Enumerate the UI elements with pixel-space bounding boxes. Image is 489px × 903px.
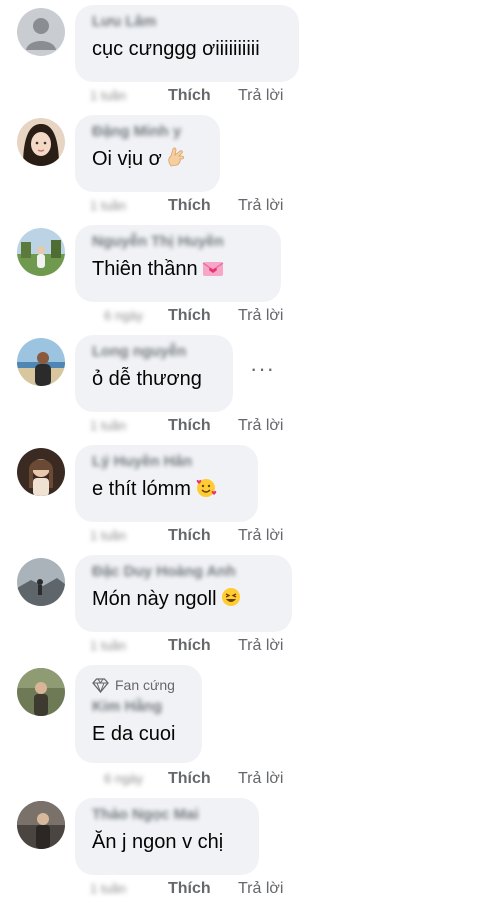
comment-actions: 1 tuần Thích Trả lời [0,636,489,656]
comment-bubble: Long nguyễn ỏ dễ thương [75,335,233,412]
reply-button[interactable]: Trả lời [238,769,283,789]
like-button[interactable]: Thích [168,636,211,656]
user-avatar[interactable] [17,668,65,716]
comment-actions: 1 tuần Thích Trả lời [0,86,489,106]
comment-text: E da cuoi [92,723,176,745]
comment-time[interactable]: 1 tuần [90,416,126,436]
user-avatar[interactable] [17,118,65,166]
comment-text: Oi vịu ơ [92,145,206,176]
comment-actions: 1 tuần Thích Trả lời [0,196,489,216]
comment-time[interactable]: 6 ngày [104,769,143,789]
reply-button[interactable]: Trả lời [238,196,283,216]
more-options-icon[interactable]: ··· [250,358,275,380]
comment-bubble: Thảo Ngọc Mai Ăn j ngon v chị [75,798,259,875]
reply-button[interactable]: Trả lời [238,879,283,899]
like-button[interactable]: Thích [168,196,211,216]
diamond-icon [92,677,109,693]
love-letter-emoji-icon [201,258,225,286]
comment-text: cục cưnggg ơiiiiiiiiii [92,38,260,60]
comment-actions: 6 ngày Thích Trả lời [0,769,489,789]
reply-button[interactable]: Trả lời [238,306,283,326]
comment-text: ỏ dễ thương [92,368,202,390]
comment-time[interactable]: 1 tuần [90,636,126,656]
comment-text: e thít lómm [92,475,244,506]
reply-button[interactable]: Trả lời [238,416,283,436]
comment-time[interactable]: 6 ngày [104,306,143,326]
like-button[interactable]: Thích [168,879,211,899]
hand-emoji-icon [165,146,187,176]
comment-actions: 6 ngày Thích Trả lời [0,306,489,326]
like-button[interactable]: Thích [168,306,211,326]
grinning-squinting-emoji-icon [220,586,242,616]
like-button[interactable]: Thích [168,526,211,546]
reply-button[interactable]: Trả lời [238,526,283,546]
comment-bubble: Fan cứng Kim Hằng E da cuoi [75,665,202,763]
comment-author[interactable]: Kim Hằng [92,698,188,716]
user-avatar[interactable] [17,801,65,849]
comment-author[interactable]: Lưu Lâm [92,13,285,31]
comment-time[interactable]: 1 tuần [90,879,126,899]
comment-author[interactable]: Lý Huyền Hân [92,453,244,471]
comment-author[interactable]: Đặng Minh y [92,123,206,141]
user-avatar[interactable] [17,228,65,276]
user-avatar[interactable] [17,338,65,386]
comment-text: Món này ngoll [92,585,278,616]
like-button[interactable]: Thích [168,416,211,436]
comment-text: Thiên thầnn [92,255,267,286]
comment-author[interactable]: Thảo Ngọc Mai [92,806,245,824]
comment-actions: 1 tuần Thích Trả lời [0,879,489,899]
comment-bubble: Đặng Minh y Oi vịu ơ [75,115,220,192]
comment-bubble: Nguyễn Thị Huyền Thiên thầnn [75,225,281,302]
badge-label: Fan cứng [115,677,175,693]
comment-bubble: Lưu Lâm cục cưnggg ơiiiiiiiiii [75,5,299,82]
comment-time[interactable]: 1 tuần [90,86,126,106]
comment-author[interactable]: Long nguyễn [92,343,219,361]
default-avatar[interactable] [17,8,65,56]
user-avatar[interactable] [17,558,65,606]
comment-author[interactable]: Đặc Duy Hoàng Anh [92,563,278,581]
user-avatar[interactable] [17,448,65,496]
reply-button[interactable]: Trả lời [238,86,283,106]
comment-actions: 1 tuần Thích Trả lời [0,416,489,436]
smiling-face-with-hearts-emoji-icon [194,476,218,506]
comment-author[interactable]: Nguyễn Thị Huyền [92,233,267,251]
like-button[interactable]: Thích [168,769,211,789]
top-fan-badge: Fan cứng [92,675,188,695]
comment-bubble: Lý Huyền Hân e thít lómm [75,445,258,522]
comment-bubble: Đặc Duy Hoàng Anh Món này ngoll [75,555,292,632]
like-button[interactable]: Thích [168,86,211,106]
comment-time[interactable]: 1 tuần [90,196,126,216]
comment-actions: 1 tuần Thích Trả lời [0,526,489,546]
reply-button[interactable]: Trả lời [238,636,283,656]
comment-text: Ăn j ngon v chị [92,831,224,853]
comment-time[interactable]: 1 tuần [90,526,126,546]
